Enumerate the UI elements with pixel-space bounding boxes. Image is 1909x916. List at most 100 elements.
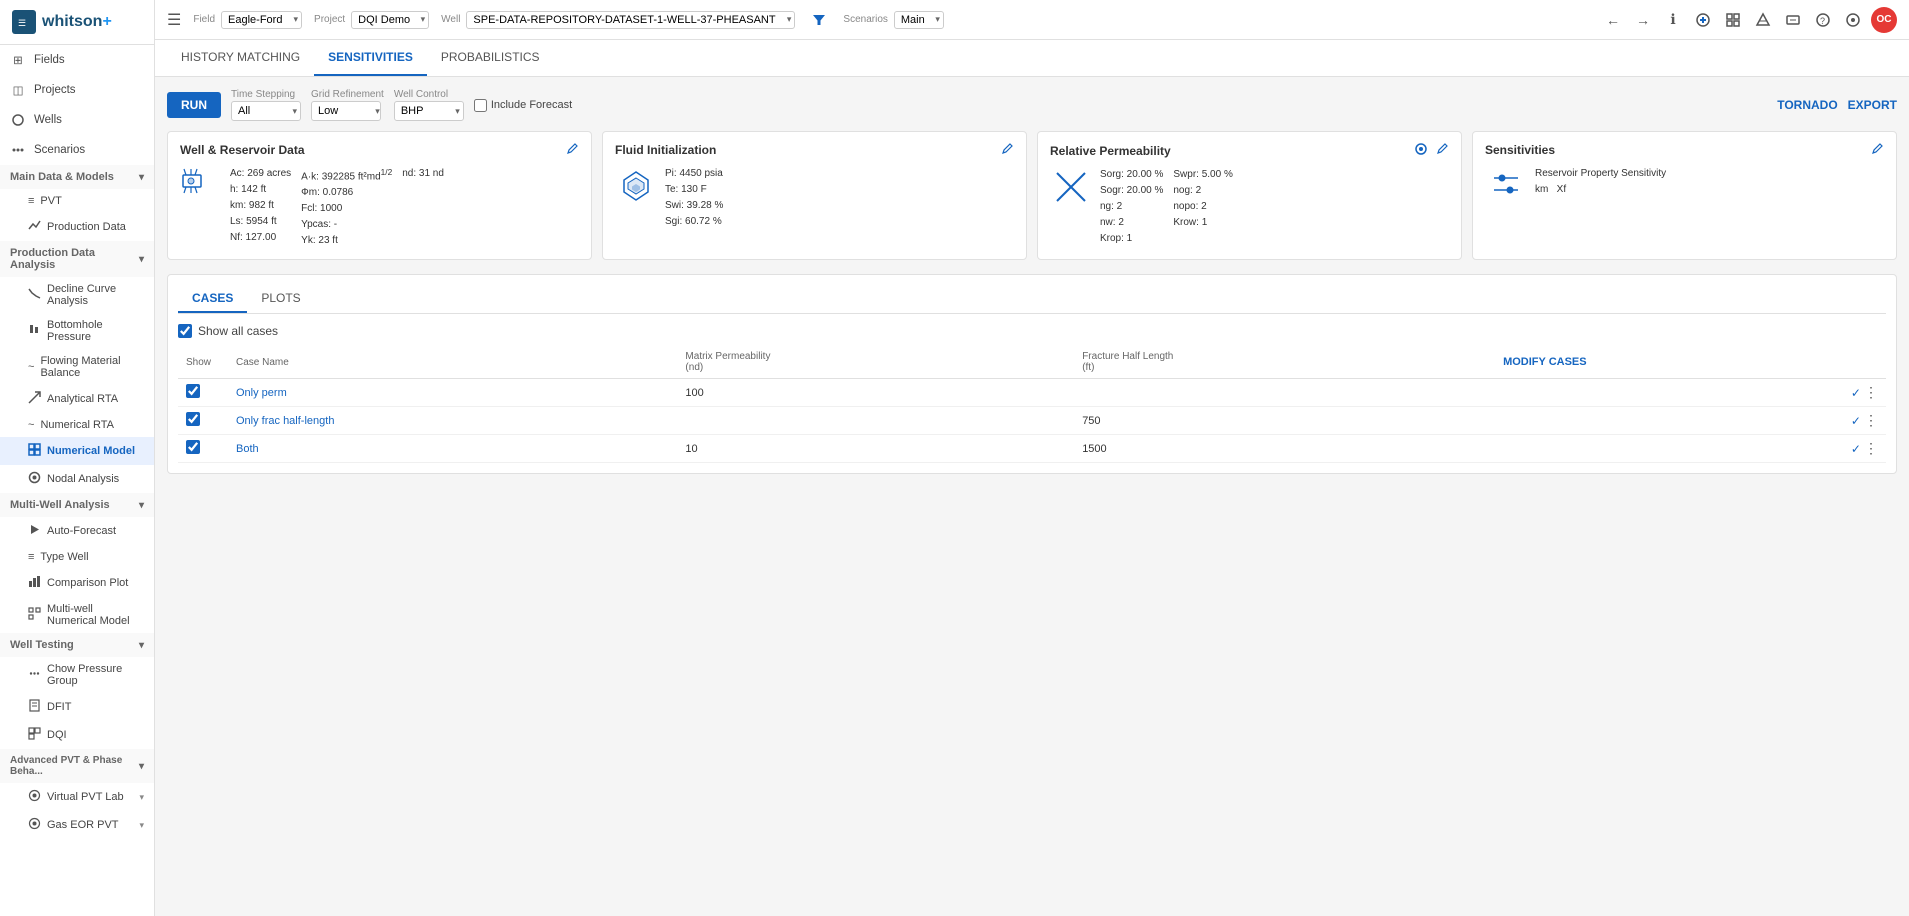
icon-btn-1[interactable] bbox=[1691, 8, 1715, 32]
tornado-button[interactable]: TORNADO bbox=[1777, 98, 1837, 112]
tab-plots[interactable]: PLOTS bbox=[247, 285, 314, 313]
case-checkbox-1[interactable] bbox=[186, 384, 200, 398]
icon-btn-6[interactable] bbox=[1841, 8, 1865, 32]
export-button[interactable]: EXPORT bbox=[1848, 98, 1897, 112]
menu-button[interactable]: ☰ bbox=[167, 10, 181, 30]
case-name-3[interactable]: Both bbox=[236, 443, 259, 455]
section-multi-well[interactable]: Multi-Well Analysis ▾ bbox=[0, 493, 154, 517]
virtual-pvt-icon bbox=[28, 789, 41, 805]
sidebar-item-scenarios[interactable]: Scenarios bbox=[0, 135, 154, 165]
tab-sensitivities[interactable]: SENSITIVITIES bbox=[314, 40, 427, 76]
numerical-rta-icon: ~ bbox=[28, 419, 34, 431]
well-select-wrap: SPE-DATA-REPOSITORY-DATASET-1-WELL-37-PH… bbox=[466, 11, 795, 29]
include-forecast-checkbox[interactable] bbox=[474, 99, 487, 112]
case-fracture-2: 750 bbox=[1074, 407, 1495, 435]
multi-well-numerical-icon bbox=[28, 607, 41, 623]
sidebar-item-numerical-model[interactable]: Numerical Model bbox=[0, 437, 154, 465]
grid-refinement-select-wrap: Low bbox=[311, 101, 384, 121]
sidebar-item-scenarios-label: Scenarios bbox=[34, 144, 85, 156]
row-more-icon-1[interactable]: ⋮ bbox=[1864, 384, 1878, 400]
icon-btn-2[interactable] bbox=[1721, 8, 1745, 32]
time-stepping-select[interactable]: All bbox=[231, 101, 301, 121]
back-button[interactable]: ← bbox=[1601, 8, 1625, 32]
projects-icon: ◫ bbox=[10, 82, 26, 98]
sidebar-item-auto-forecast[interactable]: Auto-Forecast bbox=[0, 517, 154, 545]
info-button[interactable]: ℹ bbox=[1661, 8, 1685, 32]
well-reservoir-edit-icon[interactable] bbox=[566, 142, 579, 158]
card-fluid-body: Pi: 4450 psia Te: 130 F Swi: 39.28 % Sgi… bbox=[615, 166, 1014, 230]
icon-btn-5[interactable]: ? bbox=[1811, 8, 1835, 32]
section-production-analysis[interactable]: Production Data Analysis ▾ bbox=[0, 241, 154, 277]
dqi-icon bbox=[28, 727, 41, 743]
type-well-icon: ≡ bbox=[28, 551, 34, 563]
sidebar-item-analytical-rta[interactable]: Analytical RTA bbox=[0, 385, 154, 413]
project-select[interactable]: DQI Demo bbox=[351, 11, 429, 29]
th-modify-cases: MODIFY CASES bbox=[1495, 346, 1886, 379]
row-more-icon-2[interactable]: ⋮ bbox=[1864, 412, 1878, 428]
app-logo: ☰ whitson+ bbox=[0, 0, 154, 45]
case-fracture-1 bbox=[1074, 379, 1495, 407]
logo-text: whitson+ bbox=[42, 13, 112, 31]
scenarios-select[interactable]: Main bbox=[894, 11, 944, 29]
show-all-checkbox[interactable] bbox=[178, 324, 192, 338]
table-row: Both 10 1500 ✓ ⋮ bbox=[178, 435, 1886, 463]
forward-button[interactable]: → bbox=[1631, 8, 1655, 32]
user-avatar[interactable]: OC bbox=[1871, 7, 1897, 33]
fluid-col: Pi: 4450 psia Te: 130 F Swi: 39.28 % Sgi… bbox=[665, 166, 723, 230]
sidebar-item-multi-well-numerical[interactable]: Multi-well Numerical Model bbox=[0, 597, 154, 633]
sidebar-item-dfit[interactable]: DFIT bbox=[0, 693, 154, 721]
sensitivities-col: Reservoir Property Sensitivity km Xf bbox=[1535, 166, 1666, 198]
grid-refinement-select[interactable]: Low bbox=[311, 101, 381, 121]
sidebar-item-comparison-plot[interactable]: Comparison Plot bbox=[0, 569, 154, 597]
row-more-icon-3[interactable]: ⋮ bbox=[1864, 440, 1878, 456]
sidebar-item-gas-eor[interactable]: Gas EOR PVT ▾ bbox=[0, 811, 154, 839]
sidebar-item-bottomhole[interactable]: Bottomhole Pressure bbox=[0, 313, 154, 349]
sidebar-item-production-data[interactable]: Production Data bbox=[0, 213, 154, 241]
sidebar-item-chow-pressure[interactable]: Chow Pressure Group bbox=[0, 657, 154, 693]
tab-cases[interactable]: CASES bbox=[178, 285, 247, 313]
sidebar-item-projects[interactable]: ◫ Projects bbox=[0, 75, 154, 105]
sidebar-item-type-well[interactable]: ≡ Type Well bbox=[0, 545, 154, 569]
field-select[interactable]: Eagle-Ford bbox=[221, 11, 302, 29]
card-well-reservoir-body: Ac: 269 acres h: 142 ft km: 982 ft Ls: 5… bbox=[180, 166, 579, 249]
modify-cases-button[interactable]: MODIFY CASES bbox=[1503, 356, 1587, 368]
relperm-view-icon[interactable] bbox=[1414, 142, 1428, 159]
fluid-illustration bbox=[615, 166, 657, 206]
well-select[interactable]: SPE-DATA-REPOSITORY-DATASET-1-WELL-37-PH… bbox=[466, 11, 795, 29]
section-advanced-pvt[interactable]: Advanced PVT & Phase Beha... ▾ bbox=[0, 749, 154, 783]
relperm-edit-icon[interactable] bbox=[1436, 142, 1449, 159]
icon-btn-3[interactable] bbox=[1751, 8, 1775, 32]
filter-icon[interactable] bbox=[807, 8, 831, 32]
sidebar-item-nodal-analysis[interactable]: Nodal Analysis bbox=[0, 465, 154, 493]
relperm-illustration bbox=[1050, 167, 1092, 207]
section-well-testing[interactable]: Well Testing ▾ bbox=[0, 633, 154, 657]
cards-row: Well & Reservoir Data bbox=[167, 131, 1897, 260]
sidebar-item-virtual-pvt[interactable]: Virtual PVT Lab ▾ bbox=[0, 783, 154, 811]
well-control-group: Well Control BHP bbox=[394, 89, 464, 121]
sidebar-item-dqi[interactable]: DQI bbox=[0, 721, 154, 749]
gas-eor-icon bbox=[28, 817, 41, 833]
run-button[interactable]: RUN bbox=[167, 92, 221, 118]
sidebar-item-flowing-material[interactable]: ~ Flowing Material Balance bbox=[0, 349, 154, 385]
icon-btn-4[interactable] bbox=[1781, 8, 1805, 32]
row-check-icon-3: ✓ bbox=[1851, 442, 1861, 456]
field-select-wrap: Eagle-Ford bbox=[221, 11, 302, 29]
sidebar-item-numerical-rta[interactable]: ~ Numerical RTA bbox=[0, 413, 154, 437]
sensitivities-edit-icon[interactable] bbox=[1871, 142, 1884, 158]
sidebar-item-fields[interactable]: ⊞ Fields bbox=[0, 45, 154, 75]
card-sensitivities: Sensitivities bbox=[1472, 131, 1897, 260]
sidebar-item-decline-curve[interactable]: Decline Curve Analysis bbox=[0, 277, 154, 313]
reservoir-col-3: nd: 31 nd bbox=[402, 166, 444, 249]
case-checkbox-3[interactable] bbox=[186, 440, 200, 454]
case-name-1[interactable]: Only perm bbox=[236, 387, 287, 399]
section-main-data[interactable]: Main Data & Models ▾ bbox=[0, 165, 154, 189]
fluid-edit-icon[interactable] bbox=[1001, 142, 1014, 158]
wells-icon bbox=[10, 112, 26, 128]
tab-history-matching[interactable]: HISTORY MATCHING bbox=[167, 40, 314, 76]
sidebar-item-wells[interactable]: Wells bbox=[0, 105, 154, 135]
sidebar-item-pvt[interactable]: ≡ PVT bbox=[0, 189, 154, 213]
case-name-2[interactable]: Only frac half-length bbox=[236, 415, 334, 427]
tab-probabilistics[interactable]: PROBABILISTICS bbox=[427, 40, 554, 76]
well-control-select[interactable]: BHP bbox=[394, 101, 464, 121]
case-checkbox-2[interactable] bbox=[186, 412, 200, 426]
